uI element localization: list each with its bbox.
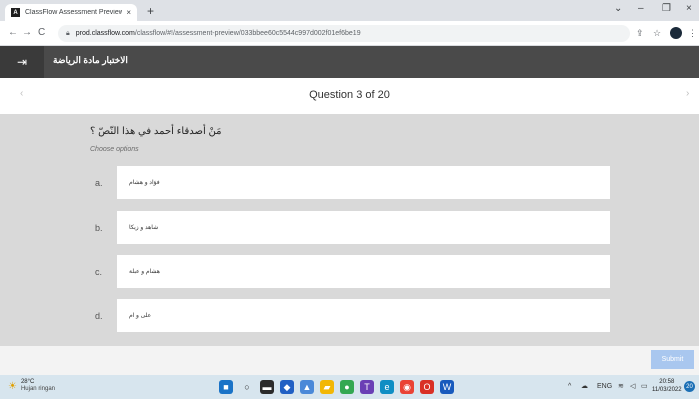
new-tab-button[interactable]: + <box>147 4 154 18</box>
forward-button[interactable]: → <box>22 26 32 40</box>
language-indicator[interactable]: ENG <box>597 382 612 392</box>
next-question-icon[interactable]: › <box>686 88 689 99</box>
windows-taskbar: ☀ 28°C Hujan ringan ■ ○ ▬ ◆ ▲ ▰ ● T e ◉ … <box>0 375 699 399</box>
notification-badge[interactable]: 20 <box>684 381 695 392</box>
option-d[interactable]: d. على و ام <box>95 299 610 332</box>
question-counter: Question 3 of 20 <box>309 89 390 101</box>
option-text: على و ام <box>129 313 152 319</box>
option-box[interactable]: شاهد و زيكا <box>117 211 610 244</box>
maximize-button[interactable]: ❐ <box>662 3 671 15</box>
office-icon[interactable]: O <box>420 380 434 394</box>
clock-time: 20:58 <box>659 379 675 385</box>
option-letter: a. <box>95 177 103 188</box>
option-letter: b. <box>95 222 103 233</box>
weather-widget[interactable]: ☀ 28°C Hujan ringan <box>8 379 55 393</box>
exit-icon: ⇥ <box>16 55 28 69</box>
search-icon[interactable]: ○ <box>240 380 254 394</box>
option-b[interactable]: b. شاهد و زيكا <box>95 211 610 244</box>
store-icon[interactable]: ▲ <box>300 380 314 394</box>
assessment-title: الاختبار مادة الرياضة <box>53 55 128 65</box>
choose-options-instruction: Choose options <box>90 146 139 153</box>
edge-icon[interactable]: e <box>380 380 394 394</box>
classflow-favicon-icon: A <box>11 8 20 17</box>
option-text: شاهد و زيكا <box>129 225 159 231</box>
minimize-button[interactable]: – <box>638 3 644 15</box>
wifi-icon[interactable]: ≋ <box>618 382 624 392</box>
browser-toolbar: ← → C 🔒︎ prod.classflow.com /classflow/#… <box>0 21 699 46</box>
question-text: مَنْ أصدقاء أحمد في هذا النّصّ ؟ <box>90 126 222 137</box>
browser-menu-icon[interactable]: ⋮ <box>688 27 697 39</box>
weather-condition: Hujan ringan <box>20 386 55 392</box>
option-text: فؤاد و هشام <box>129 180 160 186</box>
url-host: prod.classflow.com <box>75 30 135 37</box>
volume-icon[interactable]: ◁ <box>630 382 635 392</box>
weather-icon: ☀ <box>8 380 17 392</box>
browser-tab[interactable]: A ClassFlow Assessment Preview × <box>5 4 137 21</box>
battery-icon[interactable]: ▭ <box>641 382 648 392</box>
teams-icon[interactable]: T <box>360 380 374 394</box>
option-a[interactable]: a. فؤاد و هشام <box>95 166 610 199</box>
submit-button[interactable]: Submit <box>651 350 694 369</box>
question-navigation: ‹ Question 3 of 20 › <box>0 78 699 114</box>
bookmark-star-icon[interactable]: ☆ <box>653 27 661 39</box>
browser-tab-strip: A ClassFlow Assessment Preview × + ⌄ – ❐… <box>0 0 699 21</box>
tab-close-icon[interactable]: × <box>126 8 131 17</box>
url-path: /classflow/#!/assessment-preview/033bbee… <box>134 30 361 37</box>
chat-icon[interactable]: ◆ <box>280 380 294 394</box>
exit-button[interactable]: ⇥ <box>0 46 44 78</box>
lock-icon: 🔒︎ <box>66 29 70 37</box>
back-button[interactable]: ← <box>8 26 18 40</box>
file-explorer-icon[interactable]: ▰ <box>320 380 334 394</box>
tab-search-dropdown-icon[interactable]: ⌄ <box>614 3 622 15</box>
option-box[interactable]: على و ام <box>117 299 610 332</box>
weather-temperature: 28°C <box>20 379 35 385</box>
option-letter: c. <box>95 266 103 277</box>
profile-avatar[interactable] <box>670 27 682 39</box>
option-text: هشام و عبلة <box>129 269 160 275</box>
word-icon[interactable]: W <box>440 380 454 394</box>
chrome-icon[interactable]: ◉ <box>400 380 414 394</box>
whatsapp-icon[interactable]: ● <box>340 380 354 394</box>
taskbar-clock[interactable]: 20:58 11/03/2022 <box>652 378 682 394</box>
app-header: ⇥ الاختبار مادة الرياضة <box>0 46 699 78</box>
close-window-button[interactable]: × <box>686 3 692 15</box>
reload-button[interactable]: C <box>38 26 45 40</box>
option-letter: d. <box>95 310 103 321</box>
tab-title: ClassFlow Assessment Preview <box>25 9 123 16</box>
question-panel: مَنْ أصدقاء أحمد في هذا النّصّ ؟ Choose … <box>0 114 699 346</box>
cloud-icon[interactable]: ☁ <box>581 382 588 392</box>
option-box[interactable]: فؤاد و هشام <box>117 166 610 199</box>
clock-date: 11/03/2022 <box>652 387 682 393</box>
task-view-icon[interactable]: ▬ <box>260 380 274 394</box>
assessment-footer: Submit <box>0 346 699 375</box>
start-menu-icon[interactable]: ■ <box>219 380 233 394</box>
option-c[interactable]: c. هشام و عبلة <box>95 255 610 288</box>
share-icon[interactable]: ⇪ <box>636 27 644 39</box>
tray-chevron-icon[interactable]: ^ <box>568 382 571 392</box>
address-bar[interactable]: 🔒︎ prod.classflow.com /classflow/#!/asse… <box>58 25 630 42</box>
option-box[interactable]: هشام و عبلة <box>117 255 610 288</box>
